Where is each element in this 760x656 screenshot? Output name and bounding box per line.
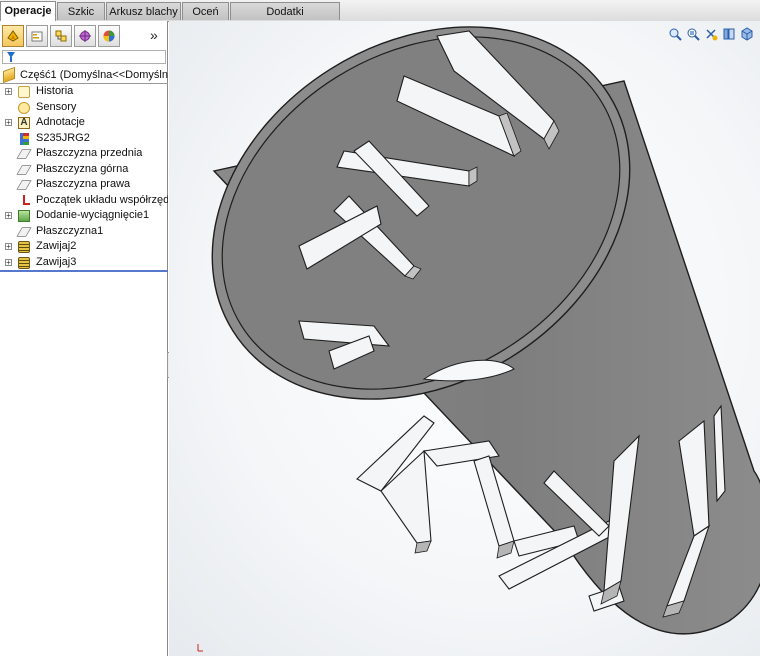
extrude-icon	[18, 210, 30, 222]
tree-item-label: Zawijaj3	[36, 255, 77, 268]
tree-item-historia[interactable]: + Historia	[0, 84, 168, 100]
property-manager-icon[interactable]	[26, 25, 48, 47]
feature-filter-input[interactable]	[2, 50, 166, 64]
tree-item-material[interactable]: S235JRG2	[0, 131, 168, 147]
tree-item-plaszczyzna-gorna[interactable]: Płaszczyzna górna	[0, 162, 168, 178]
feature-manager-icon[interactable]	[2, 25, 24, 47]
plane-icon	[16, 180, 32, 190]
material-icon	[20, 132, 29, 145]
tab-arkusz-blachy[interactable]: Arkusz blachy	[106, 2, 181, 20]
display-manager-icon[interactable]	[98, 25, 120, 47]
tree-item-label: Płaszczyzna prawa	[36, 178, 131, 190]
feature-tree: Część1 (Domyślna<<Domyślna> + Historia S…	[0, 67, 168, 272]
wrap-icon	[18, 256, 30, 269]
tree-item-plaszczyzna-prawa[interactable]: Płaszczyzna prawa	[0, 177, 168, 193]
graphics-area[interactable]	[169, 21, 760, 656]
model-cylinder[interactable]	[169, 21, 760, 656]
tree-item-zawijaj2[interactable]: + Zawijaj2	[0, 239, 168, 255]
part-icon	[3, 67, 15, 83]
more-tabs-button[interactable]: »	[150, 27, 158, 43]
tree-item-label: Zawijaj2	[36, 240, 77, 252]
tree-item-plaszczyzna-przednia[interactable]: Płaszczyzna przednia	[0, 146, 168, 162]
tab-ocen[interactable]: Oceń	[182, 2, 229, 20]
configuration-manager-icon[interactable]	[50, 25, 72, 47]
plane-icon	[16, 149, 32, 159]
command-manager-tabs: Operacje Szkic Arkusz blachy Oceń Dodatk…	[0, 0, 760, 36]
wrap-icon	[18, 241, 30, 253]
expand-toggle[interactable]: +	[5, 258, 12, 266]
plane-icon	[16, 226, 32, 237]
tree-item-label: S235JRG2	[36, 131, 90, 144]
sensors-icon	[18, 101, 30, 114]
tree-item-zawijaj3[interactable]: + Zawijaj3	[0, 255, 168, 272]
filter-icon	[7, 52, 15, 62]
annotations-icon: A	[18, 117, 30, 129]
history-icon	[18, 86, 30, 98]
tree-item-label: Początek układu współrzędnych	[36, 193, 168, 206]
tab-szkic[interactable]: Szkic	[57, 2, 105, 20]
tab-operacje[interactable]: Operacje	[0, 1, 56, 21]
tree-item-label: Adnotacje	[36, 116, 85, 128]
triad-marker-icon	[197, 644, 203, 652]
dimxpert-icon[interactable]	[74, 25, 96, 47]
origin-icon	[18, 194, 30, 207]
tree-item-sensory[interactable]: Sensory	[0, 100, 168, 116]
tree-item-poczatek-ukladu[interactable]: Początek układu współrzędnych	[0, 193, 168, 209]
tree-item-label: Sensory	[36, 100, 77, 113]
expand-toggle[interactable]: +	[5, 119, 12, 127]
tree-item-label: Płaszczyzna przednia	[36, 147, 143, 159]
tree-item-label: Płaszczyzna górna	[36, 162, 129, 175]
tree-item-plaszczyzna1[interactable]: Płaszczyzna1	[0, 224, 168, 240]
tree-root-label: Część1 (Domyślna<<Domyślna>	[20, 69, 168, 81]
plane-icon	[16, 164, 32, 175]
panel-toolbar: »	[0, 25, 168, 49]
tab-dodatki-solidworks[interactable]: Dodatki SOLIDWORKS	[230, 2, 340, 36]
tree-item-label: Historia	[36, 85, 74, 97]
expand-toggle[interactable]: +	[5, 243, 12, 251]
feature-manager-panel: » Część1 (Domyślna<<Domyślna> + Historia…	[0, 21, 168, 656]
tree-item-label: Płaszczyzna1	[36, 224, 104, 237]
expand-toggle[interactable]: +	[5, 212, 12, 220]
tree-item-dodanie-wyciagniecie1[interactable]: + Dodanie-wyciągnięcie1	[0, 208, 168, 224]
tree-item-adnotacje[interactable]: + A Adnotacje	[0, 115, 168, 131]
expand-toggle[interactable]: +	[5, 88, 12, 96]
tree-root-part[interactable]: Część1 (Domyślna<<Domyślna>	[0, 67, 168, 84]
tree-item-label: Dodanie-wyciągnięcie1	[36, 209, 150, 221]
